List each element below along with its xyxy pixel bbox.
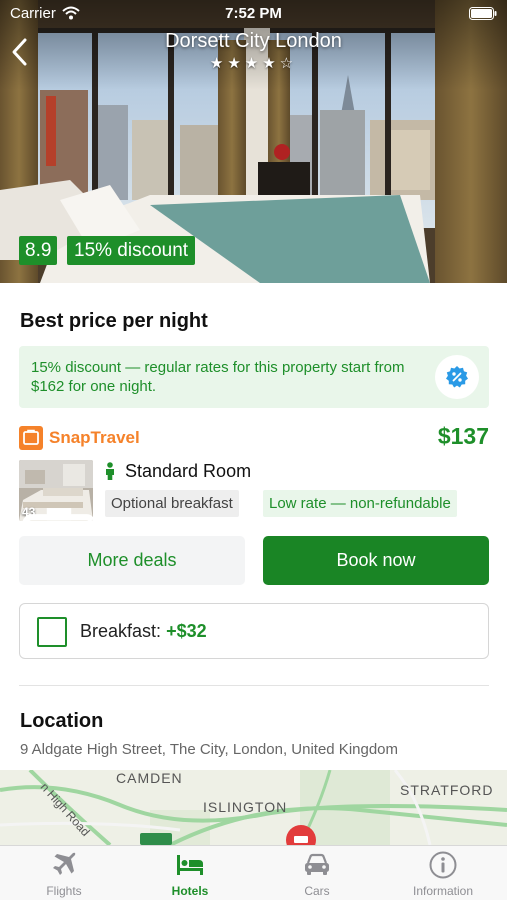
tab-flights-label: Flights	[46, 884, 82, 898]
breakfast-checkbox[interactable]	[37, 617, 67, 647]
person-occupancy-icon	[106, 462, 114, 480]
photo-count: 43	[22, 505, 93, 521]
info-icon	[429, 851, 457, 879]
nightly-price: $137	[437, 423, 489, 449]
breakfast-option[interactable]: Breakfast: +$32	[19, 603, 489, 659]
tab-hotels-label: Hotels	[171, 884, 209, 898]
breakfast-price: +$32	[166, 621, 207, 641]
percent-badge-icon	[446, 366, 468, 388]
star-rating: ★★★★☆	[209, 55, 298, 72]
tag-optional-breakfast: Optional breakfast	[105, 490, 239, 517]
room-type: Standard Room	[125, 461, 252, 481]
location-heading: Location	[20, 710, 104, 732]
best-price-heading: Best price per night	[20, 310, 208, 332]
verified-badge	[435, 355, 479, 399]
discount-info-text: 15% discount — regular rates for this pr…	[31, 359, 405, 395]
map-label-camden: CAMDEN	[116, 770, 183, 786]
room-photo-thumbnail[interactable]: 43	[19, 460, 93, 521]
car-icon	[305, 853, 329, 875]
hotel-hero-photo[interactable]: Carrier 7:52 PM Dorsett City London ★★★★…	[0, 0, 507, 283]
map-label-stratford: STRATFORD	[400, 782, 494, 798]
location-map[interactable]: CAMDEN ISLINGTON STRATFORD n High Road	[0, 770, 507, 845]
tab-information-label: Information	[412, 884, 474, 898]
status-bar: Carrier 7:52 PM	[0, 0, 507, 28]
breakfast-label: Breakfast: +$32	[80, 621, 207, 642]
bed-icon	[177, 855, 203, 875]
tag-rate-policy: Low rate — non-refundable	[263, 490, 457, 517]
status-time: 7:52 PM	[225, 5, 282, 22]
tab-cars-label: Cars	[304, 884, 330, 898]
tab-hotels[interactable]: Hotels	[127, 846, 253, 900]
tab-bar: Flights Hotels Cars Information	[0, 845, 507, 900]
book-now-button[interactable]: Book now	[263, 536, 489, 585]
review-score-badge: 8.9	[19, 236, 58, 265]
more-deals-button[interactable]: More deals	[19, 536, 245, 585]
tab-flights[interactable]: Flights	[1, 846, 127, 900]
discount-badge: 15% discount	[67, 236, 196, 265]
breakfast-label-text: Breakfast:	[80, 621, 162, 641]
hotel-name: Dorsett City London	[165, 30, 342, 52]
discount-info-box: 15% discount — regular rates for this pr…	[19, 346, 489, 408]
camera-icon	[22, 508, 93, 521]
provider-name: SnapTravel	[49, 428, 140, 447]
battery-icon	[469, 7, 497, 20]
section-divider	[19, 685, 489, 686]
provider-row: SnapTravel $137	[19, 423, 489, 451]
hotel-address: 9 Aldgate High Street, The City, London,…	[20, 741, 399, 758]
plane-icon	[53, 852, 76, 875]
tab-cars[interactable]: Cars	[254, 846, 380, 900]
tab-information[interactable]: Information	[380, 846, 506, 900]
snaptravel-logo-icon	[19, 426, 43, 450]
map-label-islington: ISLINGTON	[203, 799, 288, 815]
